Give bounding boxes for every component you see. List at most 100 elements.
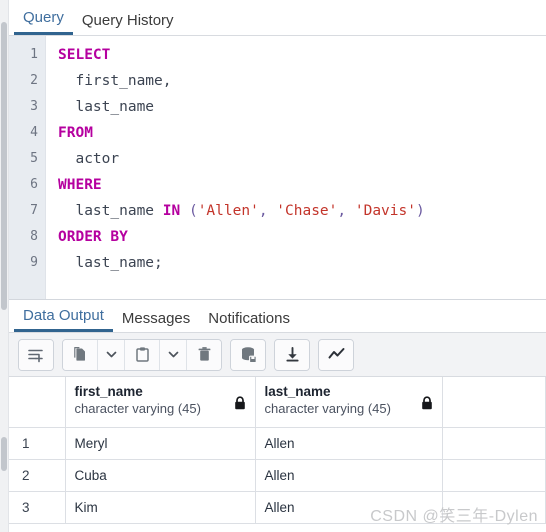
line-number: 7 — [30, 203, 38, 218]
code-line: last_name IN ('Allen', 'Chase', 'Davis') — [58, 198, 546, 224]
add-row-button[interactable] — [19, 339, 53, 370]
code-token-str: 'Davis' — [354, 203, 416, 219]
code-token-punc: ) — [415, 203, 425, 219]
download-icon — [284, 346, 301, 363]
tab-query[interactable]: Query — [14, 10, 73, 35]
line-number: 1 — [30, 47, 38, 62]
toolbar-group-clipboard — [62, 338, 222, 371]
lock-icon — [234, 396, 246, 413]
code-token-kw: WHERE — [58, 177, 102, 193]
graph-visualiser-icon — [327, 346, 346, 363]
save-data-changes-button[interactable] — [231, 339, 265, 370]
delete-row-button[interactable] — [187, 339, 221, 370]
chevron-down-icon — [105, 348, 118, 361]
code-token-punc: , — [337, 203, 355, 219]
cell-last-name[interactable]: Allen — [255, 427, 443, 460]
line-number-gutter: 1 2 3 4 5 6 7 8 9 — [9, 36, 46, 299]
column-header-last-name[interactable]: last_name character varying (45) — [255, 377, 443, 428]
filler-header — [442, 377, 546, 428]
sql-code-area[interactable]: SELECT first_name, last_name FROM actor WH… — [46, 36, 546, 299]
download-csv-button[interactable] — [275, 339, 309, 370]
graph-visualiser-button[interactable] — [319, 339, 353, 370]
pgadmin-query-tool: Query Query History 1 2 3 4 5 6 7 8 9 SE… — [0, 0, 546, 532]
paste-button[interactable] — [125, 339, 160, 370]
editor-scrollbar-thumb[interactable] — [1, 22, 7, 310]
code-token-punc: ( — [180, 203, 198, 219]
paste-options-button[interactable] — [160, 339, 187, 370]
table-header-row: first_name character varying (45) last_n… — [9, 377, 546, 428]
line-number: 8 — [30, 229, 38, 244]
query-tabstrip: Query Query History — [0, 0, 546, 36]
tab-messages[interactable]: Messages — [113, 311, 199, 332]
add-row-icon — [27, 346, 45, 364]
paste-icon — [134, 346, 151, 363]
row-number: 3 — [9, 491, 66, 524]
column-type: character varying (45) — [74, 401, 201, 416]
grid-scrollbar-thumb[interactable] — [1, 437, 7, 471]
line-number: 6 — [30, 177, 38, 192]
row-number: 1 — [9, 427, 66, 460]
line-number: 4 — [30, 125, 38, 140]
column-header-first-name[interactable]: first_name character varying (45) — [65, 377, 256, 428]
code-line: first_name, — [58, 68, 546, 94]
cell-last-name[interactable]: Allen — [255, 491, 443, 524]
column-name: first_name — [74, 384, 143, 399]
filler-cell — [442, 459, 546, 492]
code-token-punc: , — [258, 203, 277, 219]
tab-query-history[interactable]: Query History — [73, 13, 183, 35]
save-data-changes-icon — [239, 346, 258, 364]
table-row[interactable]: 2 Cuba Allen — [9, 459, 546, 492]
cell-last-name[interactable]: Allen — [255, 459, 443, 492]
toolbar-group-add — [18, 338, 54, 371]
copy-button[interactable] — [63, 339, 98, 370]
copy-icon — [72, 346, 89, 363]
table-row[interactable]: 3 Kim Allen — [9, 491, 546, 524]
code-token-kw: SELECT — [58, 47, 111, 63]
chevron-down-icon — [167, 348, 180, 361]
lock-icon — [421, 396, 433, 413]
filler-cell — [442, 491, 546, 524]
data-output-toolbar — [9, 333, 546, 377]
cell-first-name[interactable]: Cuba — [65, 459, 256, 492]
code-token-kw: FROM — [58, 125, 93, 141]
code-line: last_name; — [58, 250, 546, 276]
results-panel: Data Output Messages Notifications first… — [9, 299, 546, 532]
code-token-kw: ORDER BY — [58, 229, 128, 245]
line-number: 3 — [30, 99, 38, 114]
row-number-header[interactable] — [9, 377, 66, 428]
sql-editor[interactable]: 1 2 3 4 5 6 7 8 9 SELECT first_name, las… — [9, 36, 546, 299]
results-table: first_name character varying (45) last_n… — [9, 377, 546, 524]
code-token-ident: last_name — [58, 203, 163, 219]
trash-icon — [196, 346, 213, 363]
tab-data-output[interactable]: Data Output — [14, 308, 113, 332]
left-scrollbar-rail[interactable] — [0, 0, 9, 532]
cell-first-name[interactable]: Meryl — [65, 427, 256, 460]
line-number: 5 — [30, 151, 38, 166]
toolbar-group-graph — [318, 338, 354, 371]
line-number: 9 — [30, 255, 38, 270]
column-type: character varying (45) — [264, 401, 391, 416]
code-line: last_name — [58, 94, 546, 120]
filler-cell — [442, 427, 546, 460]
code-token-ident: last_name; — [58, 255, 163, 271]
code-line: ORDER BY — [58, 224, 546, 250]
toolbar-group-save — [230, 338, 266, 371]
code-line: actor — [58, 146, 546, 172]
tab-notifications[interactable]: Notifications — [199, 311, 299, 332]
code-token-str: 'Allen' — [197, 203, 259, 219]
code-line: WHERE — [58, 172, 546, 198]
data-output-grid[interactable]: first_name character varying (45) last_n… — [9, 377, 546, 532]
code-token-str: 'Chase' — [276, 203, 338, 219]
table-row[interactable]: 1 Meryl Allen — [9, 427, 546, 460]
row-number: 2 — [9, 459, 66, 492]
copy-options-button[interactable] — [98, 339, 125, 370]
code-token-ident: actor — [58, 151, 120, 167]
results-tabstrip: Data Output Messages Notifications — [9, 300, 546, 333]
line-number: 2 — [30, 73, 38, 88]
cell-first-name[interactable]: Kim — [65, 491, 256, 524]
toolbar-group-download — [274, 338, 310, 371]
code-token-kw: IN — [162, 203, 181, 219]
code-token-ident: first_name, — [58, 73, 172, 89]
code-line: SELECT — [58, 42, 546, 68]
column-name: last_name — [264, 384, 331, 399]
